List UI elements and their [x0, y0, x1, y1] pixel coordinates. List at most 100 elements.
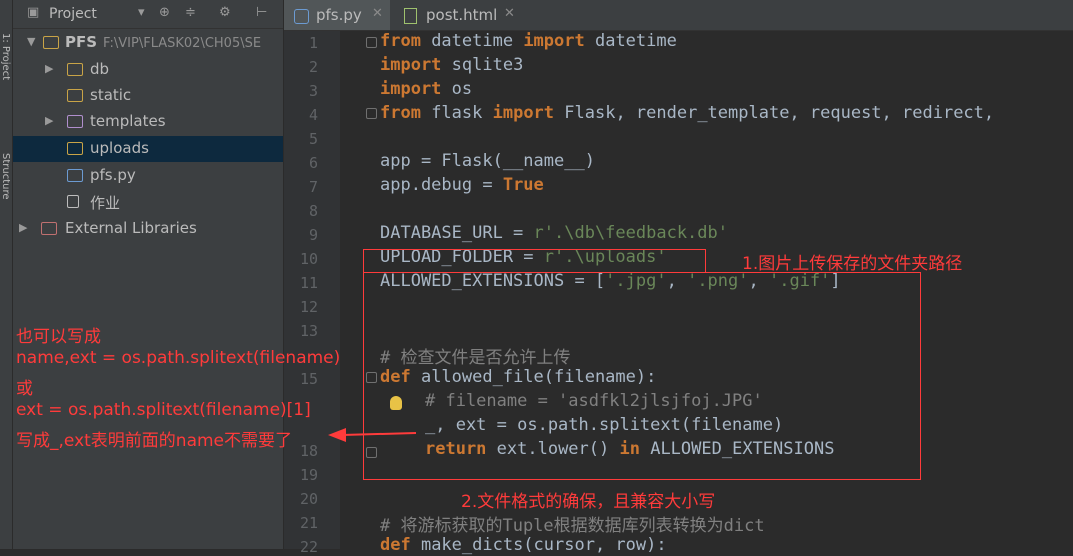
code-text: sqlite3	[441, 55, 524, 75]
chevron-right-icon[interactable]: ▶	[45, 114, 53, 127]
left-note-line: 或	[16, 379, 33, 399]
chevron-right-icon[interactable]: ▶	[19, 221, 27, 234]
text-file-icon	[67, 195, 79, 208]
project-path: F:\VIP\FLASK02\CH05\SE	[103, 36, 262, 51]
code-line-3: import os	[380, 79, 472, 99]
line-number: 20	[299, 490, 318, 508]
line-number: 4	[308, 106, 318, 124]
fold-marker-icon[interactable]	[366, 37, 377, 48]
tree-item-label: db	[90, 60, 110, 78]
python-file-icon	[294, 9, 309, 24]
tab-label: post.html	[426, 6, 498, 24]
upload-folder-highlight-box	[363, 249, 706, 273]
upload-folder-note: 1.图片上传保存的文件夹路径	[742, 254, 963, 274]
library-icon	[41, 222, 57, 235]
code-text: app.debug =	[380, 175, 503, 195]
structure-tool-label[interactable]: Structure	[0, 153, 11, 200]
keyword: True	[502, 175, 544, 195]
line-number: 7	[308, 178, 318, 196]
target-icon[interactable]: ⊕	[159, 5, 170, 20]
tree-item-db[interactable]: ▶ db	[13, 57, 283, 83]
tree-item-uploads[interactable]: uploads	[13, 136, 283, 162]
line-number: 11	[299, 274, 318, 292]
collapse-icon[interactable]: ≑	[185, 5, 196, 20]
line-number: 19	[299, 466, 318, 484]
project-panel-title[interactable]: Project	[49, 6, 97, 22]
tree-item-label: uploads	[90, 139, 149, 157]
folder-icon	[67, 63, 83, 76]
folder-icon	[67, 89, 83, 102]
project-panel: ▣ Project ▾ ⊕ ≑ ⚙ ⊢ ▼ PFS F:\VIP\FLASK02\…	[13, 0, 283, 549]
line-number: 6	[308, 154, 318, 172]
dropdown-arrow-icon[interactable]: ▾	[138, 5, 145, 20]
annotation-arrow-icon	[328, 428, 417, 442]
tree-item-label: pfs.py	[90, 166, 136, 184]
folder-icon	[43, 36, 59, 49]
project-panel-header: ▣ Project ▾ ⊕ ≑ ⚙ ⊢	[13, 0, 283, 29]
keyword: from	[380, 103, 421, 123]
line-number: 12	[299, 298, 318, 316]
keyword: import	[492, 103, 555, 123]
line-number: 13	[299, 322, 318, 340]
tree-item-label: PFS	[65, 33, 98, 51]
code-line-9: DATABASE_URL = r'.\db\feedback.db'	[380, 223, 728, 243]
string-literal: r'.\db\feedback.db'	[533, 223, 728, 243]
code-line-6: app = Flask(__name__)	[380, 151, 595, 171]
code-line-21: # 将游标获取的Tuple根据数据库列表转换为dict	[380, 516, 765, 536]
tree-item-label: 作业	[90, 194, 121, 212]
tab-label: pfs.py	[316, 6, 362, 24]
tree-item-label: static	[90, 86, 132, 104]
code-line-2: import sqlite3	[380, 55, 523, 75]
tree-item-label: templates	[90, 112, 166, 130]
line-number: 21	[299, 514, 318, 532]
keyword: import	[380, 79, 442, 99]
tree-item-templates[interactable]: ▶ templates	[13, 109, 283, 135]
tree-item-pfs[interactable]: ▼ PFS F:\VIP\FLASK02\CH05\SE	[13, 30, 283, 56]
left-note-line: name,ext = os.path.splitext(filename)	[16, 348, 341, 368]
code-text: make_dicts(cursor, row):	[410, 535, 667, 555]
line-number: 8	[308, 202, 318, 220]
left-tool-strip: 1: Project Structure	[0, 0, 13, 549]
keyword: def	[380, 535, 411, 555]
fold-marker-icon[interactable]	[366, 108, 377, 119]
code-line-4: from flask import Flask, render_template…	[380, 103, 994, 123]
line-number: 18	[299, 442, 318, 460]
editor-tabs: pfs.py ✕ post.html ✕	[284, 0, 1073, 31]
file-format-note: 2.文件格式的确保，且兼容大小写	[461, 492, 716, 512]
keyword: import	[523, 31, 585, 51]
html-file-icon	[404, 8, 417, 24]
code-line-22: def make_dicts(cursor, row):	[380, 535, 667, 555]
tab-pfs-py[interactable]: pfs.py ✕	[284, 0, 390, 30]
line-number: 2	[308, 58, 318, 76]
keyword: from	[380, 31, 421, 51]
code-text: datetime	[584, 31, 677, 51]
line-number: 15	[299, 370, 318, 388]
close-icon[interactable]: ✕	[372, 6, 383, 21]
line-number: 3	[308, 82, 318, 100]
keyword: import	[380, 55, 442, 75]
code-line-1: from datetime import datetime	[380, 31, 677, 51]
templates-folder-icon	[67, 115, 83, 128]
tree-item-homework[interactable]: 作业	[13, 189, 283, 215]
line-number-gutter: 1 2 3 4 5 6 7 8 9 10 11 12 13 15 18 19 2…	[284, 31, 340, 556]
code-text: flask	[420, 103, 493, 123]
left-note-line: 写成_,ext表明前面的name不需要了	[16, 431, 293, 451]
line-number: 1	[308, 34, 318, 52]
tab-post-html[interactable]: post.html ✕	[392, 0, 522, 30]
code-text: Flask, render_template, request, redirec…	[554, 103, 995, 123]
chevron-right-icon[interactable]: ▶	[45, 62, 53, 75]
line-number: 10	[299, 250, 318, 268]
code-text: os	[441, 79, 473, 99]
tree-item-static[interactable]: static	[13, 83, 283, 109]
folder-icon	[67, 142, 83, 155]
project-tool-label[interactable]: 1: Project	[0, 33, 11, 80]
code-line-7: app.debug = True	[380, 175, 544, 195]
tree-item-external-libraries[interactable]: ▶ External Libraries	[13, 216, 283, 242]
chevron-down-icon[interactable]: ▼	[27, 35, 35, 48]
tree-item-pfs-py[interactable]: pfs.py	[13, 163, 283, 189]
hide-panel-icon[interactable]: ⊢	[256, 5, 267, 20]
gear-icon[interactable]: ⚙	[219, 5, 231, 20]
close-icon[interactable]: ✕	[504, 6, 515, 21]
line-number: 9	[308, 226, 318, 244]
project-view-icon[interactable]: ▣	[27, 5, 39, 20]
